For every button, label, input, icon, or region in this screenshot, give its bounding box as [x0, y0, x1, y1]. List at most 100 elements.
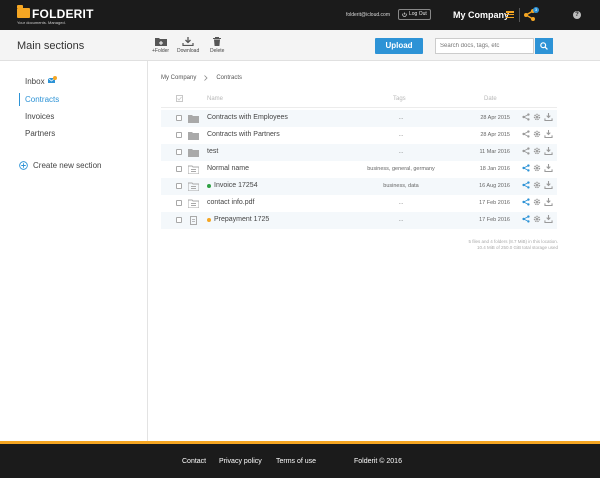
- download-icon[interactable]: [544, 113, 553, 121]
- delete-label: Delete: [210, 48, 225, 54]
- download-icon[interactable]: [544, 130, 553, 138]
- table-row[interactable]: test... 11 Mar 2016: [161, 144, 557, 161]
- footer-privacy-link[interactable]: Privacy policy: [219, 458, 262, 465]
- logout-button[interactable]: Log Out: [398, 9, 431, 20]
- topbar-divider: [519, 8, 520, 22]
- table-header: Name Tags Date: [161, 92, 557, 108]
- row-name[interactable]: Prepayment 1725: [207, 216, 269, 223]
- search-icon: [540, 42, 548, 50]
- download-icon[interactable]: [544, 147, 553, 155]
- document-folder-icon: [187, 165, 200, 175]
- row-checkbox[interactable]: [176, 183, 182, 189]
- share-icon[interactable]: [522, 198, 530, 206]
- download-icon[interactable]: [544, 181, 553, 189]
- row-checkbox[interactable]: [176, 200, 182, 206]
- footer-contact-link[interactable]: Contact: [182, 458, 206, 465]
- row-checkbox[interactable]: [176, 166, 182, 172]
- gear-icon[interactable]: [533, 181, 541, 189]
- table-row[interactable]: Prepayment 1725... 17 Feb 2016: [161, 212, 557, 229]
- gear-icon[interactable]: [533, 147, 541, 155]
- storage-info: 5 files and 4 folders (8.7 MiB) in this …: [380, 239, 558, 251]
- download-icon[interactable]: [544, 198, 553, 206]
- row-checkbox[interactable]: [176, 132, 182, 138]
- gear-icon[interactable]: [533, 113, 541, 121]
- share-icon[interactable]: [522, 147, 530, 155]
- row-date: 28 Apr 2015: [480, 115, 510, 121]
- row-checkbox[interactable]: [176, 115, 182, 121]
- column-header-name[interactable]: Name: [207, 96, 223, 102]
- table-row[interactable]: Normal name business, general, germany 18 …: [161, 161, 557, 178]
- share-icon[interactable]: [522, 181, 530, 189]
- row-name-label: Contracts with Employees: [207, 114, 288, 121]
- toolbar: Main sections +Folder Download Delete Up…: [0, 30, 600, 61]
- brand-tagline: Your documents. Managed.: [17, 20, 66, 25]
- row-actions: [522, 113, 553, 121]
- row-checkbox[interactable]: [176, 217, 182, 223]
- help-icon[interactable]: ?: [573, 11, 581, 19]
- download-button[interactable]: Download: [177, 37, 199, 54]
- row-name[interactable]: Normal name: [207, 165, 249, 172]
- footer-copyright: Folderit © 2016: [354, 458, 402, 465]
- power-icon: [402, 12, 407, 17]
- breadcrumb: My Company Contracts: [161, 75, 242, 81]
- share-icon[interactable]: [522, 130, 530, 138]
- create-section-link[interactable]: Create new section: [19, 161, 101, 170]
- gear-icon[interactable]: [533, 130, 541, 138]
- folderit-logo-icon[interactable]: [17, 5, 30, 18]
- sidebar-item-partners[interactable]: Partners: [25, 129, 55, 138]
- row-actions: [522, 130, 553, 138]
- company-selector[interactable]: My Company: [453, 10, 509, 20]
- row-name-label: Normal name: [207, 165, 250, 172]
- gear-icon[interactable]: [533, 215, 541, 223]
- row-name[interactable]: Contracts with Employees: [207, 114, 288, 121]
- share-icon[interactable]: [522, 215, 530, 223]
- row-name[interactable]: Contracts with Partners: [207, 131, 280, 138]
- footer: Contact Privacy policy Terms of use Fold…: [0, 441, 600, 478]
- table-row[interactable]: Invoice 17254 business, data 16 Aug 2016: [161, 178, 557, 195]
- user-email: folderit@icloud.com: [346, 12, 390, 18]
- search-input[interactable]: [435, 38, 534, 54]
- hamburger-menu-icon[interactable]: [506, 11, 514, 19]
- add-circle-icon: [19, 161, 28, 170]
- footer-terms-link[interactable]: Terms of use: [276, 458, 316, 465]
- share-icon[interactable]: [522, 113, 530, 121]
- sidebar-item-contracts[interactable]: Contracts: [25, 95, 59, 104]
- share-icon[interactable]: [522, 164, 530, 172]
- row-tags: ...: [398, 115, 404, 121]
- sidebar-item-invoices[interactable]: Invoices: [25, 112, 54, 121]
- row-actions: [522, 198, 553, 206]
- create-section-label: Create new section: [33, 161, 102, 170]
- download-icon[interactable]: [544, 215, 553, 223]
- row-actions: [522, 181, 553, 189]
- sidebar-item-inbox[interactable]: Inbox: [25, 77, 45, 86]
- table-row[interactable]: Contracts with Partners... 28 Apr 2015: [161, 127, 557, 144]
- brand-name[interactable]: FOLDERIT: [32, 7, 94, 21]
- delete-button[interactable]: Delete: [210, 37, 224, 54]
- row-actions: [522, 164, 553, 172]
- breadcrumb-item-company[interactable]: My Company: [161, 75, 196, 81]
- gear-icon[interactable]: [533, 198, 541, 206]
- active-indicator: [19, 93, 20, 106]
- storage-usage: 10.4 MiB of 250.0 GiB total storage used: [476, 245, 558, 250]
- row-tags: ...: [398, 200, 404, 206]
- table-row[interactable]: contact info.pdf... 17 Feb 2016: [161, 195, 557, 212]
- gear-icon[interactable]: [533, 164, 541, 172]
- row-name-label: Prepayment 1725: [214, 216, 270, 223]
- new-folder-button[interactable]: +Folder: [152, 37, 169, 54]
- select-all-checkbox[interactable]: [176, 95, 183, 104]
- top-bar: FOLDERIT Your documents. Managed. folder…: [0, 0, 600, 30]
- search-button[interactable]: [535, 38, 553, 54]
- table-row[interactable]: Contracts with Employees... 28 Apr 2015: [161, 110, 557, 127]
- sidebar: [0, 61, 148, 441]
- download-icon[interactable]: [544, 164, 553, 172]
- row-name[interactable]: test: [207, 148, 218, 155]
- column-header-tags[interactable]: Tags: [393, 96, 406, 102]
- row-name[interactable]: Invoice 17254: [207, 182, 258, 189]
- upload-button[interactable]: Upload: [375, 38, 423, 54]
- row-checkbox[interactable]: [176, 149, 182, 155]
- column-header-date[interactable]: Date: [484, 96, 497, 102]
- row-name[interactable]: contact info.pdf: [207, 199, 254, 206]
- breadcrumb-item-contracts[interactable]: Contracts: [216, 75, 242, 81]
- row-date: 11 Mar 2016: [479, 149, 510, 155]
- download-label: Download: [177, 48, 200, 54]
